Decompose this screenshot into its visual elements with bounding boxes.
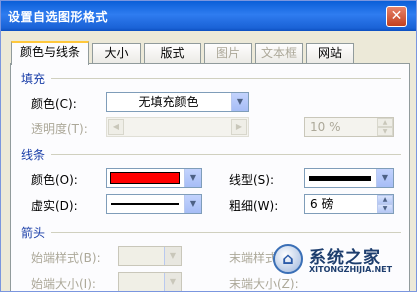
tab-label: 大小 [104, 46, 129, 60]
transparency-slider[interactable]: ◀ ▶ [106, 117, 249, 137]
dash-style-dropdown[interactable]: ▼ [106, 194, 202, 214]
dash-label: 虚实(D): [31, 199, 78, 213]
begin-style-label: 始端样式(B): [31, 251, 101, 265]
tab-size[interactable]: 大小 [92, 43, 141, 63]
tab-label: 网站 [317, 46, 342, 60]
line-style-label: 线型(S): [229, 173, 275, 187]
begin-size-label: 始端大小(I): [31, 277, 96, 291]
tab-textbox: 文本框 [255, 43, 303, 63]
dropdown-button[interactable]: ▼ [376, 169, 393, 187]
watermark-logo-icon: ⌂ [273, 244, 303, 274]
spin-down-icon[interactable]: ▼ [377, 127, 393, 136]
arrows-section-title: 箭头 [21, 226, 46, 240]
chevron-down-icon: ▼ [169, 251, 177, 260]
chevron-down-icon: ▼ [169, 277, 177, 286]
divider [51, 78, 401, 79]
tab-picture: 图片 [204, 43, 252, 63]
divider [51, 232, 401, 233]
watermark: ⌂ 系统之家 XITONGZHIJIA.NET [263, 238, 416, 291]
line-style-dropdown[interactable]: ▼ [304, 168, 394, 188]
line-color-swatch [110, 172, 180, 184]
weight-input[interactable]: 6 磅 ▲ ▼ [304, 194, 394, 214]
chevron-down-icon: ▼ [381, 173, 389, 182]
transparency-label: 透明度(T): [31, 122, 88, 136]
spin-up-icon[interactable]: ▲ [377, 195, 393, 204]
dialog-title: 设置自选图形格式 [8, 10, 109, 24]
scroll-left-icon[interactable]: ◀ [108, 119, 124, 135]
tab-layout[interactable]: 版式 [144, 43, 201, 63]
chevron-down-icon: ▼ [189, 199, 197, 208]
chevron-down-icon: ▼ [189, 173, 197, 182]
dropdown-button[interactable]: ▼ [231, 93, 248, 111]
dropdown-button[interactable]: ▼ [184, 195, 201, 213]
scroll-right-icon[interactable]: ▶ [231, 119, 247, 135]
close-button[interactable]: ✕ [386, 6, 407, 27]
fill-color-dropdown[interactable]: 无填充颜色 ▼ [106, 92, 249, 112]
dropdown-button[interactable]: ▼ [164, 273, 181, 291]
tab-colors-and-lines[interactable]: 颜色与线条 [11, 41, 89, 65]
line-color-dropdown[interactable]: ▼ [106, 168, 202, 188]
fill-color-value: 无填充颜色 [138, 95, 199, 109]
chevron-down-icon: ▼ [236, 97, 244, 106]
weight-value: 6 磅 [310, 197, 334, 211]
fill-color-label: 颜色(C): [31, 97, 77, 111]
line-section-title: 线条 [21, 148, 46, 162]
begin-style-dropdown[interactable]: ▼ [118, 246, 182, 266]
fill-section-title: 填充 [21, 72, 46, 86]
tab-label: 图片 [215, 46, 240, 60]
transparency-value: 10 % [310, 120, 341, 134]
dialog-window: 设置自选图形格式 ✕ 颜色与线条 大小 版式 图片 文本框 网站 填充 颜色(C… [0, 0, 417, 292]
tab-label: 文本框 [260, 46, 297, 60]
divider [51, 154, 401, 155]
tab-label: 版式 [160, 46, 185, 60]
line-style-preview [309, 176, 371, 181]
spin-up-icon[interactable]: ▲ [377, 118, 393, 127]
begin-size-dropdown[interactable]: ▼ [118, 272, 182, 291]
title-bar[interactable]: 设置自选图形格式 ✕ [1, 1, 416, 31]
dropdown-button[interactable]: ▼ [184, 169, 201, 187]
dropdown-button[interactable]: ▼ [164, 247, 181, 265]
dash-style-preview [111, 203, 179, 205]
transparency-input[interactable]: 10 % ▲ ▼ [304, 117, 394, 137]
line-color-label: 颜色(O): [31, 173, 78, 187]
watermark-subtext: XITONGZHIJIA.NET [309, 265, 393, 274]
weight-label: 粗细(W): [229, 199, 279, 213]
tab-label: 颜色与线条 [19, 45, 80, 59]
tab-web[interactable]: 网站 [306, 43, 354, 63]
spin-down-icon[interactable]: ▼ [377, 204, 393, 213]
close-icon: ✕ [390, 8, 403, 24]
